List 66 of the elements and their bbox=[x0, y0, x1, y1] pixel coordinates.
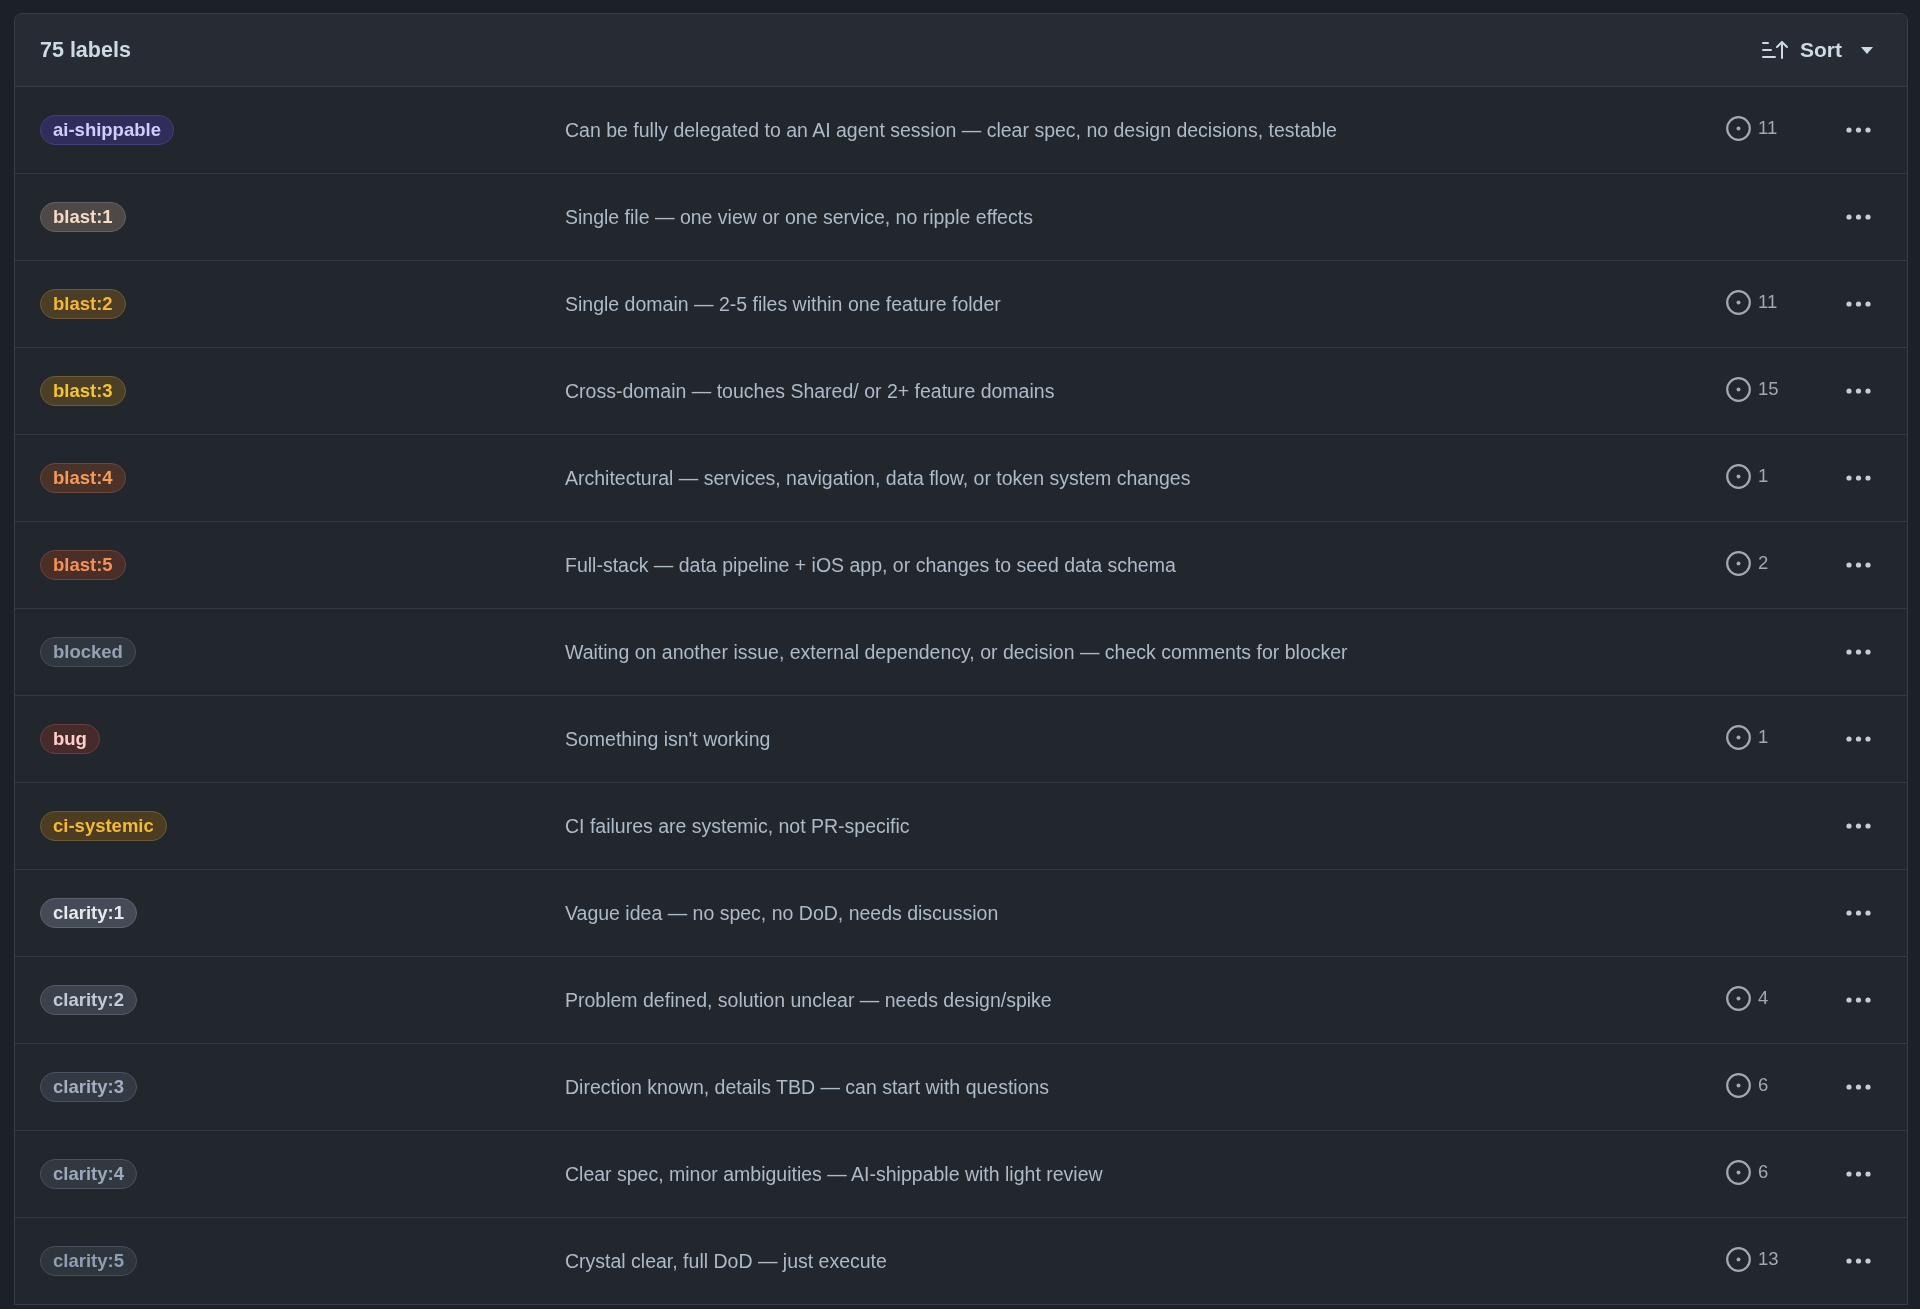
label-pill[interactable]: blast:2 bbox=[40, 289, 126, 319]
caret-icon bbox=[1861, 46, 1873, 54]
label-description: Single domain — 2-5 files within one feature folder bbox=[565, 292, 1002, 316]
open-issues-link[interactable]: 11 bbox=[1726, 115, 1778, 141]
circle-dot-icon bbox=[1726, 463, 1751, 489]
sort-icon bbox=[1762, 41, 1788, 59]
ellipsis-icon bbox=[1845, 475, 1871, 481]
ellipsis-icon bbox=[1845, 388, 1871, 394]
ellipsis-icon bbox=[1845, 214, 1871, 220]
circle-dot-icon bbox=[1726, 985, 1751, 1011]
label-pill[interactable]: blast:4 bbox=[40, 463, 126, 493]
label-pill[interactable]: blast:3 bbox=[40, 376, 126, 406]
label-pill[interactable]: blocked bbox=[40, 637, 136, 667]
ellipsis-icon bbox=[1845, 649, 1871, 655]
label-description: CI failures are systemic, not PR-specific bbox=[565, 814, 911, 838]
open-issues-link[interactable]: 15 bbox=[1726, 376, 1779, 402]
label-pill[interactable]: clarity:2 bbox=[40, 985, 137, 1015]
open-issues-link[interactable]: 2 bbox=[1726, 550, 1769, 576]
label-description: Full-stack — data pipeline + iOS app, or changes to seed data schema bbox=[565, 553, 1177, 577]
label-pill[interactable]: blast:1 bbox=[40, 202, 126, 232]
circle-dot-icon bbox=[1726, 550, 1751, 576]
label-pill[interactable]: clarity:4 bbox=[40, 1159, 137, 1189]
label-pill[interactable]: blast:5 bbox=[40, 550, 126, 580]
circle-dot-icon bbox=[1726, 1246, 1751, 1272]
open-issues-link[interactable]: 1 bbox=[1726, 724, 1769, 750]
label-description: Can be fully delegated to an AI agent session — clear spec, no design decisions, testable bbox=[565, 118, 1338, 142]
open-issues-link[interactable]: 6 bbox=[1726, 1159, 1769, 1185]
labels-count-title: 75 labels bbox=[40, 37, 131, 63]
circle-dot-icon bbox=[1726, 1159, 1751, 1185]
label-description: Architectural — services, navigation, data flow, or token system changes bbox=[565, 466, 1192, 490]
label-pill[interactable]: bug bbox=[40, 724, 100, 754]
label-description: Vague idea — no spec, no DoD, needs discussion bbox=[565, 901, 1000, 925]
ellipsis-icon bbox=[1845, 1084, 1871, 1090]
label-description: Single file — one view or one service, no ripple effects bbox=[565, 205, 1034, 229]
open-issues-link[interactable]: 4 bbox=[1726, 985, 1769, 1011]
circle-dot-icon bbox=[1726, 724, 1751, 750]
label-description: Clear spec, minor ambiguities — AI-shippable with light review bbox=[565, 1162, 1104, 1186]
label-pill[interactable]: clarity:1 bbox=[40, 898, 137, 928]
label-pill[interactable]: ci-systemic bbox=[40, 811, 167, 841]
label-description: Crystal clear, full DoD — just execute bbox=[565, 1249, 888, 1273]
ellipsis-icon bbox=[1845, 1258, 1871, 1264]
circle-dot-icon bbox=[1726, 289, 1751, 315]
circle-dot-icon bbox=[1726, 115, 1751, 141]
ellipsis-icon bbox=[1845, 1171, 1871, 1177]
ellipsis-icon bbox=[1845, 301, 1871, 307]
label-pill[interactable]: clarity:3 bbox=[40, 1072, 137, 1102]
circle-dot-icon bbox=[1726, 1072, 1751, 1098]
open-issues-link[interactable]: 11 bbox=[1726, 289, 1778, 315]
ellipsis-icon bbox=[1845, 823, 1871, 829]
ellipsis-icon bbox=[1845, 127, 1871, 133]
ellipsis-icon bbox=[1845, 736, 1871, 742]
label-description: Cross-domain — touches Shared/ or 2+ feature domains bbox=[565, 379, 1056, 403]
label-description: Problem defined, solution unclear — needs design/spike bbox=[565, 988, 1053, 1012]
label-pill[interactable]: clarity:5 bbox=[40, 1246, 137, 1276]
sort-button[interactable]: Sort bbox=[1752, 32, 1883, 68]
circle-dot-icon bbox=[1726, 376, 1751, 402]
open-issues-link[interactable]: 13 bbox=[1726, 1246, 1779, 1272]
label-pill[interactable]: ai-shippable bbox=[40, 115, 174, 145]
open-issues-link[interactable]: 6 bbox=[1726, 1072, 1769, 1098]
ellipsis-icon bbox=[1845, 997, 1871, 1003]
ellipsis-icon bbox=[1845, 910, 1871, 916]
open-issues-link[interactable]: 1 bbox=[1726, 463, 1769, 489]
label-description: Direction known, details TBD — can start with questions bbox=[565, 1075, 1051, 1099]
ellipsis-icon bbox=[1845, 562, 1871, 568]
label-description: Waiting on another issue, external dependency, or decision — check comments for blocker bbox=[565, 640, 1349, 664]
label-description: Something isn't working bbox=[565, 727, 772, 751]
